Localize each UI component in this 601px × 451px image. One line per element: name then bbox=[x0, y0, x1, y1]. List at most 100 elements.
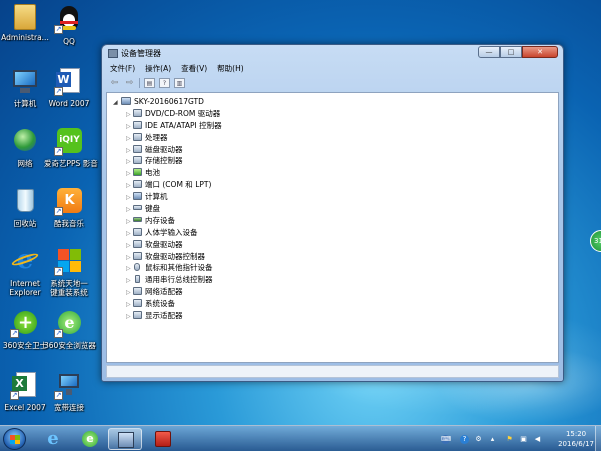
desktop-icon-label: QQ bbox=[63, 37, 75, 46]
action-center-flag-icon[interactable]: ⚑ bbox=[505, 435, 514, 444]
tree-item[interactable]: ▷ 软盘驱动器 bbox=[107, 239, 558, 251]
display-adapter-icon bbox=[133, 311, 142, 320]
desktop-icon-label: 酷我音乐 bbox=[54, 219, 84, 228]
menu-action[interactable]: 操作(A) bbox=[145, 63, 171, 75]
tree-item[interactable]: ▷ 存储控制器 bbox=[107, 155, 558, 167]
storage-controller-icon bbox=[133, 156, 142, 165]
clock-time: 15:20 bbox=[565, 430, 587, 438]
desktop-icon-recycle-bin[interactable]: 回收站 bbox=[0, 186, 50, 228]
tree-item-label: 磁盘驱动器 bbox=[145, 144, 183, 154]
desktop-icon-computer[interactable]: 计算机 bbox=[0, 66, 50, 108]
back-arrow-icon[interactable]: ⇦ bbox=[109, 78, 120, 88]
help-icon[interactable]: ? bbox=[159, 78, 170, 88]
dvd-drive-icon bbox=[133, 108, 142, 117]
shortcut-arrow-icon: ↗ bbox=[54, 25, 63, 34]
volume-icon[interactable]: ◀ bbox=[533, 435, 542, 444]
tree-item[interactable]: ▷ 鼠标和其他指针设备 bbox=[107, 262, 558, 274]
tree-item-label: 键盘 bbox=[145, 204, 160, 214]
desktop-icon-ie[interactable]: e Internet Explorer bbox=[0, 246, 50, 297]
tree-item[interactable]: ▷ 网络适配器 bbox=[107, 286, 558, 298]
folder-icon bbox=[14, 4, 36, 30]
tree-root[interactable]: ◢ SKY-20160617GTD bbox=[107, 96, 558, 108]
tree-item[interactable]: ▷ 内存设备 bbox=[107, 215, 558, 227]
tree-item[interactable]: ▷ 计算机 bbox=[107, 191, 558, 203]
desktop-icon-administrator[interactable]: Administra... bbox=[0, 4, 50, 42]
desktop-icon-label: 360安全卫士 bbox=[2, 341, 48, 350]
device-tree-panel: ◢ SKY-20160617GTD ▷ DVD/CD-ROM 驱动器 ▷ IDE AT… bbox=[106, 92, 559, 363]
floppy-drive-icon bbox=[133, 239, 142, 248]
desktop-icon-network[interactable]: 网络 bbox=[0, 126, 50, 168]
desktop-icon-broadband[interactable]: ↗ 宽带连接 bbox=[44, 370, 94, 412]
keyboard-layout-icon[interactable]: ⌨ bbox=[441, 435, 451, 444]
minimize-button[interactable]: — bbox=[478, 46, 500, 58]
floating-bubble[interactable]: 31 bbox=[590, 230, 601, 252]
desktop-icon-label: Excel 2007 bbox=[4, 403, 46, 412]
tree-item[interactable]: ▷ 磁盘驱动器 bbox=[107, 144, 558, 156]
expand-arrow-icon[interactable]: ▷ bbox=[126, 311, 133, 323]
tree-item-label: 内存设备 bbox=[145, 215, 175, 225]
taskbar-button-device-manager[interactable] bbox=[108, 428, 142, 450]
desktop-icon-label: 系统天地一键重装系统 bbox=[50, 279, 88, 297]
desktop-icon-iqiyi[interactable]: iQIY ↗ 爱奇艺PPS 影音 bbox=[44, 126, 98, 168]
system-device-icon bbox=[133, 299, 142, 308]
desktop-icon-label: 计算机 bbox=[13, 99, 37, 108]
desktop-icon-360-browser[interactable]: e ↗ 360安全浏览器 bbox=[44, 308, 96, 350]
menu-help[interactable]: 帮助(H) bbox=[217, 63, 244, 75]
port-icon bbox=[133, 180, 142, 189]
network-adapter-icon bbox=[133, 287, 142, 296]
forward-arrow-icon[interactable]: ⇨ bbox=[124, 78, 135, 88]
tree-item[interactable]: ▷ 处理器 bbox=[107, 132, 558, 144]
tree-item[interactable]: ▷ IDE ATA/ATAPI 控制器 bbox=[107, 120, 558, 132]
reinstall-icon: ↗ bbox=[54, 246, 84, 276]
tree-item[interactable]: ▷ 端口 (COM 和 LPT) bbox=[107, 179, 558, 191]
disk-drive-icon bbox=[133, 144, 142, 153]
maximize-button[interactable]: □ bbox=[500, 46, 522, 58]
desktop-icon-360-safe[interactable]: + ↗ 360安全卫士 bbox=[0, 308, 50, 350]
desktop-icon-label: 爱奇艺PPS 影音 bbox=[44, 159, 98, 168]
ie-icon: e bbox=[47, 428, 59, 449]
network-status-icon[interactable]: ▣ bbox=[519, 435, 528, 444]
tree-item-label: 通用串行总线控制器 bbox=[145, 275, 213, 285]
menu-file[interactable]: 文件(F) bbox=[110, 63, 135, 75]
menu-view[interactable]: 查看(V) bbox=[181, 63, 207, 75]
properties-icon[interactable]: ▤ bbox=[144, 78, 155, 88]
view-icon[interactable]: ▥ bbox=[174, 78, 185, 88]
clock[interactable]: 15:20 2016/6/17 bbox=[558, 429, 594, 449]
desktop-icon-excel[interactable]: X ↗ Excel 2007 bbox=[0, 370, 50, 412]
start-button[interactable] bbox=[3, 428, 26, 450]
close-button[interactable]: ✕ bbox=[522, 46, 558, 58]
tree-item[interactable]: ▷ 系统设备 bbox=[107, 298, 558, 310]
taskbar-button-toolbox[interactable] bbox=[146, 428, 180, 450]
tree-item[interactable]: ▷ 人体学输入设备 bbox=[107, 227, 558, 239]
desktop-icon-reinstall[interactable]: ↗ 系统天地一键重装系统 bbox=[44, 246, 94, 297]
tree-item[interactable]: ▷ 通用串行总线控制器 bbox=[107, 274, 558, 286]
tree-item-label: 显示适配器 bbox=[145, 311, 183, 321]
tree-item[interactable]: ▷ 显示适配器 bbox=[107, 310, 558, 322]
shortcut-arrow-icon: ↗ bbox=[54, 147, 63, 156]
word-icon: W ↗ bbox=[54, 66, 84, 96]
show-hidden-icons-icon[interactable]: ▴ bbox=[488, 435, 497, 444]
shortcut-arrow-icon: ↗ bbox=[54, 329, 63, 338]
processor-icon bbox=[133, 132, 142, 141]
tree-item-label: 软盘驱动器控制器 bbox=[145, 251, 205, 261]
desktop-icon-word[interactable]: W ↗ Word 2007 bbox=[44, 66, 94, 108]
mouse-icon bbox=[134, 263, 140, 272]
tree-item[interactable]: ▷ 电池 bbox=[107, 167, 558, 179]
tree-item[interactable]: ▷ 软盘驱动器控制器 bbox=[107, 251, 558, 263]
tree-item[interactable]: ▷ DVD/CD-ROM 驱动器 bbox=[107, 108, 558, 120]
kuwo-icon: K ↗ bbox=[54, 186, 84, 216]
show-desktop-button[interactable] bbox=[595, 426, 601, 451]
taskbar-button-360-browser[interactable]: e bbox=[73, 428, 107, 450]
desktop-icon-qq[interactable]: ↗ QQ bbox=[44, 4, 94, 46]
desktop-icon-kuwo[interactable]: K ↗ 酷我音乐 bbox=[44, 186, 94, 228]
hid-icon bbox=[133, 227, 142, 236]
help-icon[interactable]: ? bbox=[460, 435, 469, 444]
title-bar[interactable]: 设备管理器 — □ ✕ bbox=[102, 45, 563, 62]
taskbar-button-ie[interactable]: e bbox=[36, 428, 70, 450]
desktop-icon-label: Internet Explorer bbox=[9, 279, 41, 297]
tree-item[interactable]: ▷ 键盘 bbox=[107, 203, 558, 215]
computer-icon bbox=[121, 97, 131, 105]
settings-icon[interactable]: ⚙ bbox=[474, 435, 483, 444]
computer-icon bbox=[133, 192, 142, 201]
tree-item-label: 电池 bbox=[145, 168, 160, 178]
